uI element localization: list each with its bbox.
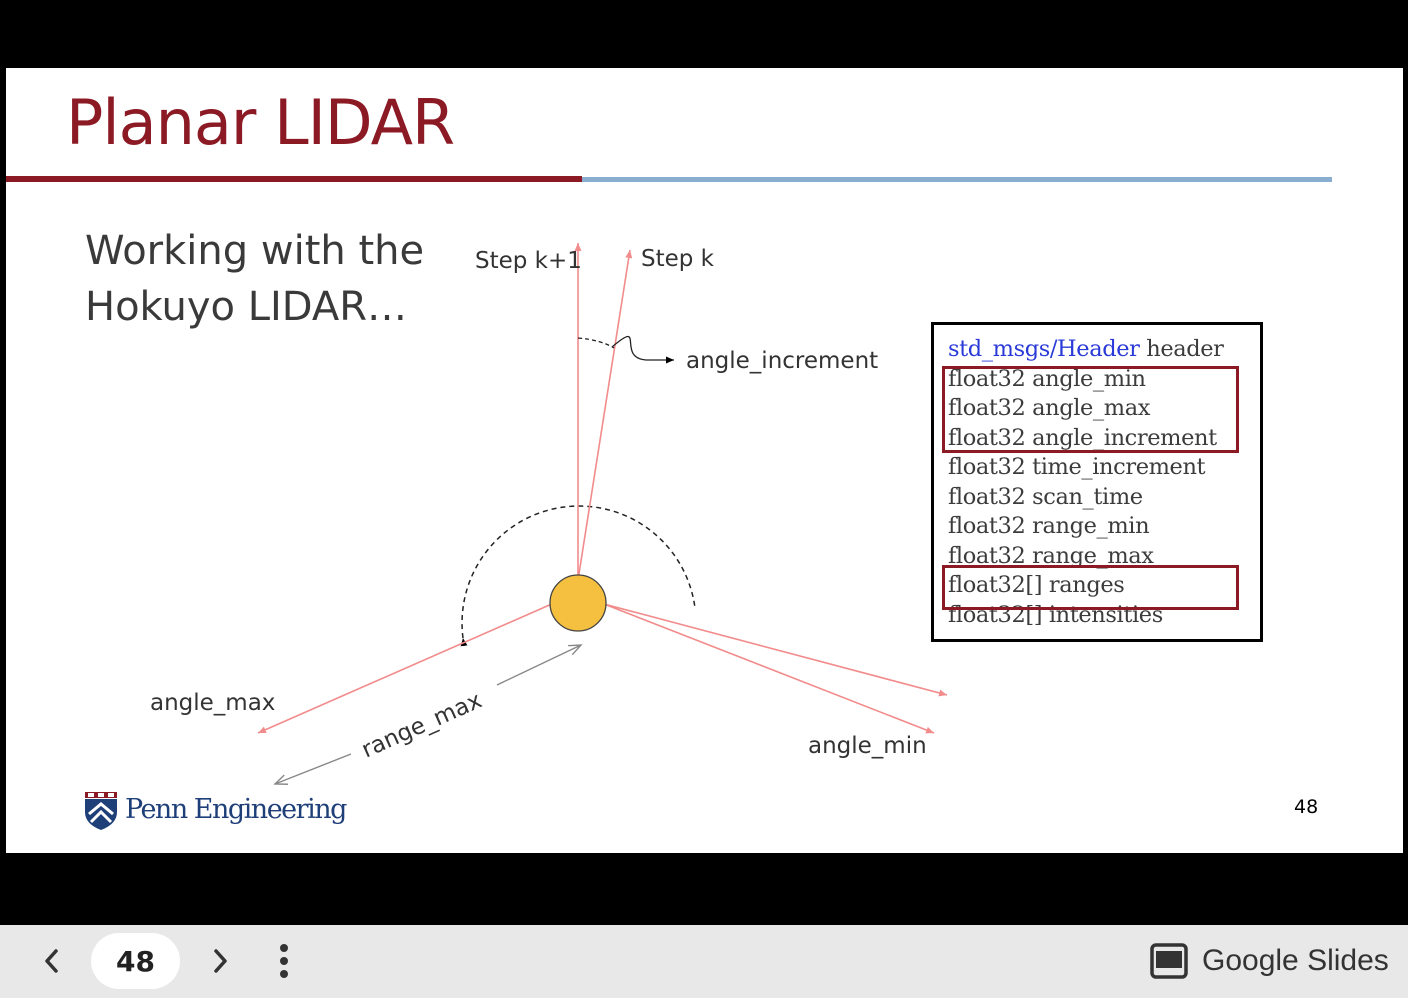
message-field: float32 scan_time [948, 483, 1143, 510]
ray-angle-min [603, 603, 935, 734]
penn-shield-icon [85, 792, 117, 830]
bottom-letterbox [0, 855, 1408, 925]
range-max-arrow-up [496, 645, 581, 686]
label-angle-min: angle_min [808, 733, 927, 759]
slides-icon [1150, 943, 1188, 979]
ray-step-k [577, 249, 633, 581]
angle-increment-pointer [611, 335, 674, 364]
google-slides-brand[interactable]: Google Slides [1150, 939, 1389, 983]
highlight-ranges-field [942, 565, 1239, 610]
slide-page-number: 48 [1294, 796, 1319, 818]
label-angle-increment: angle_increment [686, 348, 878, 374]
slide: Planar LIDAR Working with the Hokuyo LID… [6, 68, 1403, 853]
label-step-k: Step k [641, 246, 715, 272]
highlight-angle-fields [942, 366, 1239, 453]
ray-angle-max [257, 602, 555, 734]
previous-slide-button[interactable] [32, 941, 72, 981]
label-angle-max: angle_max [150, 690, 275, 716]
label-step-k1: Step k+1 [475, 248, 582, 274]
laserscan-message-box: std_msgs/Header header float32 angle_min… [931, 322, 1263, 642]
message-field: float32 range_min [948, 513, 1150, 539]
header-type: std_msgs/Header [948, 336, 1140, 362]
next-slide-button[interactable] [200, 941, 240, 981]
header-name: header [1139, 336, 1224, 362]
message-header-line: std_msgs/Header header [948, 335, 1260, 365]
logo-text: Penn Engineering [125, 794, 347, 825]
ray-right-1 [603, 603, 948, 697]
top-letterbox [0, 0, 1408, 66]
chevron-right-icon [214, 949, 227, 973]
presentation-controls: 48 Google Slides [0, 925, 1408, 998]
lidar-sensor [549, 574, 607, 632]
page-number-input[interactable]: 48 [91, 933, 180, 989]
more-options-button[interactable] [264, 941, 304, 981]
message-field: float32 time_increment [948, 454, 1206, 480]
range-max-arrow-down [275, 753, 352, 784]
brand-label: Google Slides [1202, 944, 1389, 977]
label-range-max: range_max [358, 687, 486, 763]
chevron-left-icon [45, 949, 58, 973]
more-vert-icon [280, 944, 288, 978]
angle-increment-arc [577, 337, 615, 349]
